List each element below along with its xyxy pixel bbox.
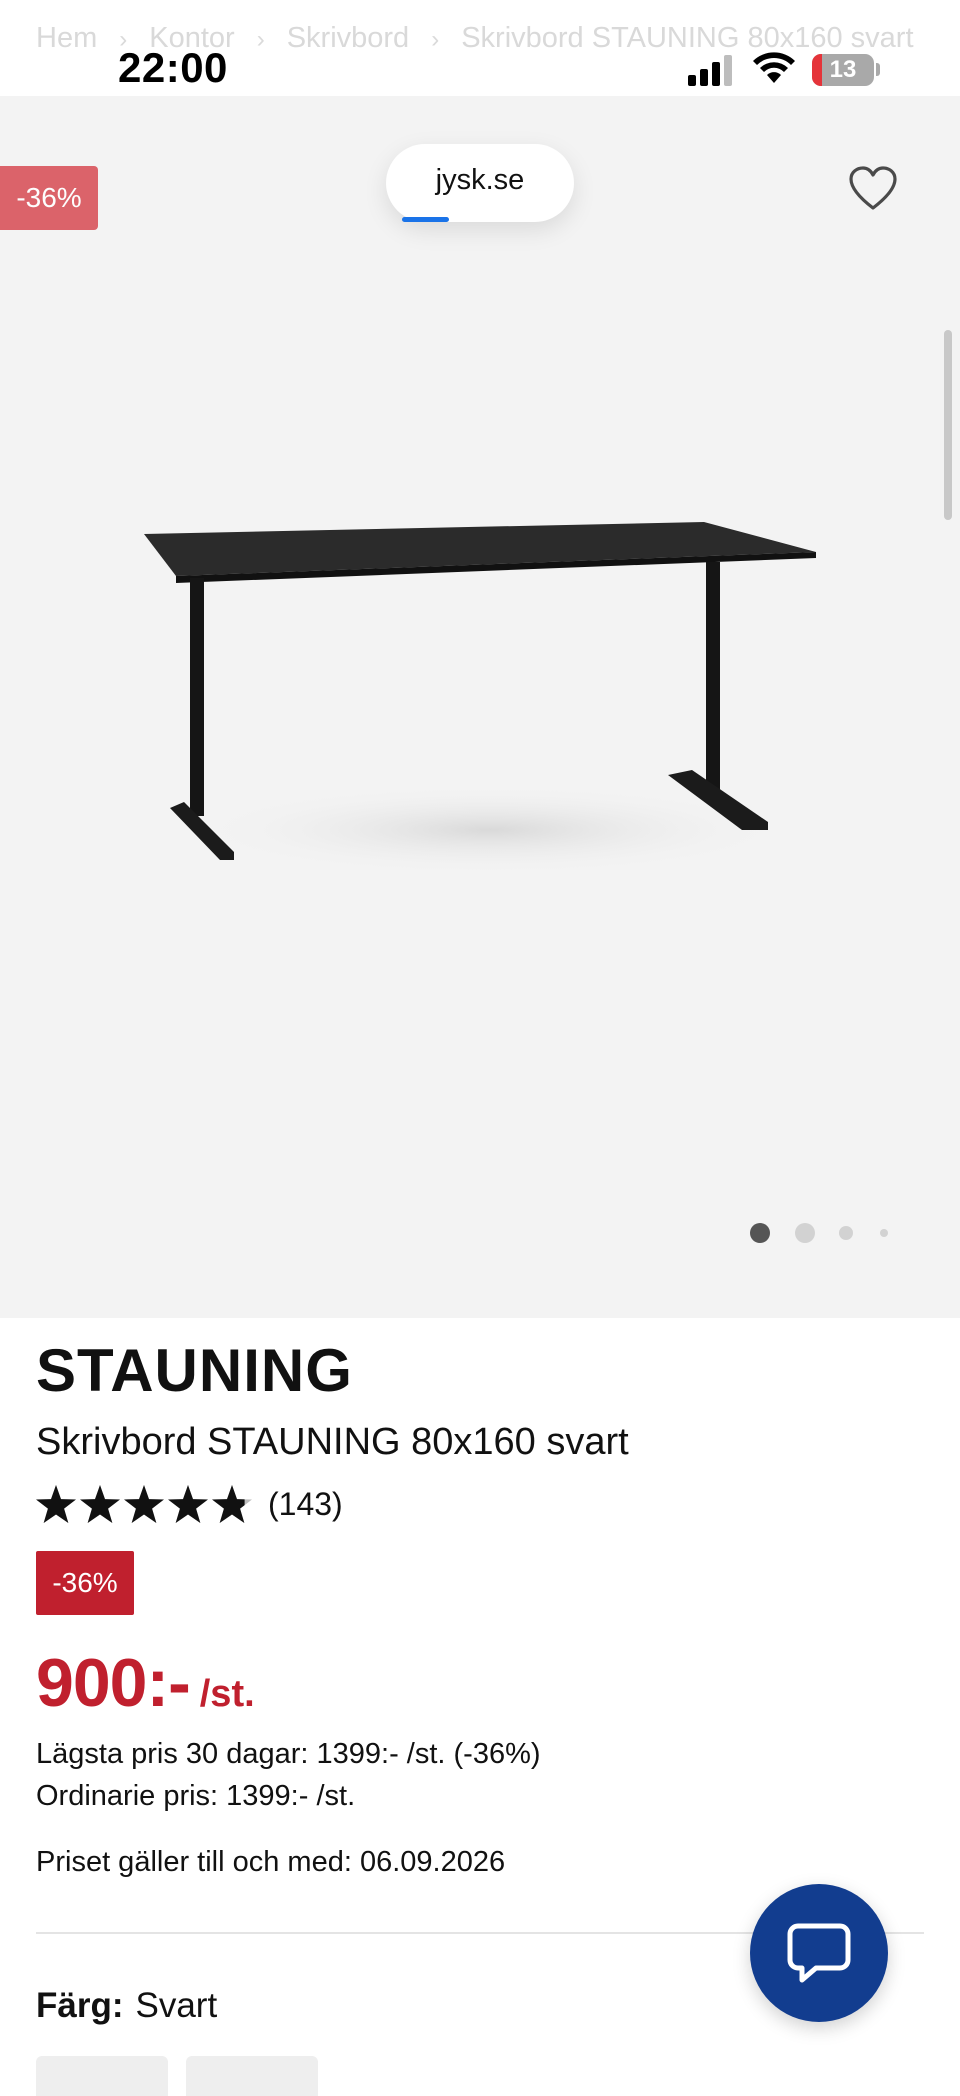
rating-stars — [36, 1485, 252, 1523]
url-bar[interactable]: jysk.se — [386, 144, 574, 222]
page-load-progress — [402, 217, 449, 222]
price: 900:-/st. — [36, 1644, 255, 1722]
color-value: Svart — [135, 1986, 218, 2025]
price-amount: 900:- — [36, 1645, 191, 1721]
color-swatch[interactable] — [186, 2056, 318, 2096]
wifi-icon — [753, 52, 795, 83]
review-count[interactable]: (143) — [268, 1486, 343, 1523]
regular-price: Ordinarie pris: 1399:- /st. — [36, 1780, 356, 1812]
url-text: jysk.se — [435, 164, 525, 196]
price-unit: /st. — [199, 1673, 255, 1715]
pagination-dot[interactable] — [795, 1223, 815, 1243]
color-label: Färg: — [36, 1986, 124, 2025]
price-valid-until: Priset gäller till och med: 06.09.2026 — [36, 1846, 506, 1878]
breadcrumb-item-hem[interactable]: Hem — [36, 22, 97, 55]
pagination-dot[interactable] — [750, 1223, 770, 1243]
battery-level: 13 — [829, 56, 857, 83]
product-title: Skrivbord STAUNING 80x160 svart — [36, 1421, 629, 1463]
color-selector-label: Färg: Svart — [36, 1986, 217, 2026]
pagination-dot[interactable] — [839, 1226, 853, 1240]
color-swatch[interactable] — [36, 2056, 168, 2096]
product-brand: STAUNING — [36, 1337, 353, 1404]
pagination-dot[interactable] — [880, 1229, 888, 1237]
chevron-right-icon: › — [256, 26, 265, 53]
star-icon — [36, 1485, 76, 1523]
lowest-price-30-days: Lägsta pris 30 dagar: 1399:- /st. (-36%) — [36, 1738, 541, 1770]
chat-button[interactable] — [750, 1884, 888, 2022]
heart-icon[interactable] — [848, 166, 898, 212]
chat-bubble-icon — [787, 1923, 851, 1983]
scrollbar-thumb[interactable] — [944, 330, 952, 520]
battery-tip — [876, 63, 880, 76]
cellular-signal-icon — [688, 54, 734, 86]
gallery-discount-tag: -36% — [0, 166, 98, 230]
star-icon — [124, 1485, 164, 1523]
battery-icon: 13 — [812, 54, 874, 86]
star-icon — [168, 1485, 208, 1523]
discount-badge: -36% — [36, 1551, 134, 1615]
status-time: 22:00 — [118, 44, 228, 91]
top-bar: Hem › Kontor › Skrivbord › Skrivbord STAUNING … — [0, 0, 960, 96]
star-icon — [80, 1485, 120, 1523]
breadcrumb-item-skrivbord[interactable]: Skrivbord — [287, 22, 410, 55]
chevron-right-icon: › — [431, 26, 440, 53]
breadcrumb-item-current: Skrivbord STAUNING 80x160 svart — [461, 22, 914, 54]
desk-product-image — [144, 522, 816, 875]
